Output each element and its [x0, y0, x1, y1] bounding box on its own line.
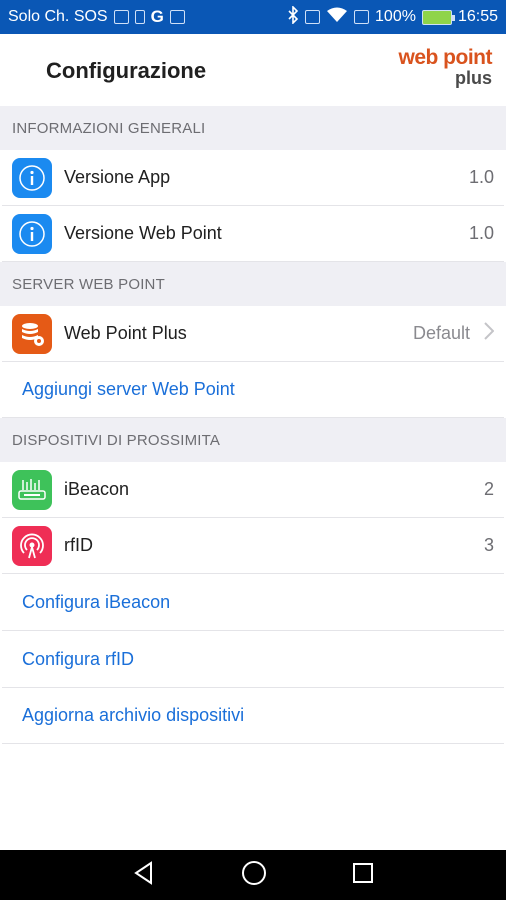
- back-triangle-icon[interactable]: [131, 860, 157, 891]
- row-value: 3: [483, 535, 494, 555]
- row-label: rfID: [64, 535, 93, 555]
- configure-rfid-label: Configura rfID: [22, 648, 135, 669]
- google-icon: G: [150, 7, 164, 26]
- app-header: Configurazione web point plus: [0, 34, 506, 106]
- section-header-server: SERVER WEB POINT: [0, 262, 506, 306]
- update-devices-archive-label: Aggiorna archivio dispositivi: [22, 705, 245, 725]
- logo-line-1: web point: [398, 46, 493, 69]
- nfc-icon: [305, 10, 321, 24]
- beacon-icon: [12, 469, 52, 510]
- configure-ibeacon-link[interactable]: Configura iBeacon: [2, 574, 504, 631]
- row-ibeacon[interactable]: iBeacon 2: [2, 462, 504, 518]
- row-value: 2: [483, 479, 494, 499]
- recent-apps-square-icon[interactable]: [351, 861, 375, 890]
- chevron-right-icon: [484, 322, 495, 345]
- section-header-general: INFORMAZIONI GENERALI: [0, 106, 506, 150]
- usb-icon: [134, 10, 145, 24]
- row-label: Versione App: [64, 167, 171, 187]
- info-icon: [12, 213, 52, 254]
- row-web-point-plus-server[interactable]: Web Point Plus Default: [2, 306, 504, 362]
- page-title: Configurazione: [46, 58, 207, 83]
- configure-ibeacon-label: Configura iBeacon: [22, 591, 171, 612]
- battery-percent: 100%: [375, 8, 416, 25]
- add-server-link[interactable]: Aggiungi server Web Point: [2, 362, 504, 418]
- row-version-app[interactable]: Versione App 1.0: [2, 150, 504, 206]
- row-label: iBeacon: [64, 479, 130, 499]
- rfid-icon: [12, 525, 52, 566]
- row-label: Web Point Plus: [64, 323, 187, 343]
- system-navigation-bar: [0, 850, 506, 900]
- row-rfid[interactable]: rfID 3: [2, 518, 504, 574]
- row-value: Default: [412, 322, 495, 345]
- section-header-devices: DISPOSITIVI DI PROSSIMITA: [0, 418, 506, 462]
- database-icon: [12, 313, 52, 354]
- configure-rfid-link[interactable]: Configura rfID: [2, 631, 504, 688]
- row-label: Versione Web Point: [64, 223, 222, 243]
- update-devices-archive-link[interactable]: Aggiorna archivio dispositivi: [2, 688, 504, 744]
- status-bar: Solo Ch. SOS G 100% 16:55: [0, 0, 506, 34]
- image-icon: [169, 10, 185, 24]
- carrier-label: Solo Ch. SOS: [8, 8, 108, 25]
- add-server-label: Aggiungi server Web Point: [22, 379, 235, 399]
- notification-icon: [113, 10, 129, 24]
- server-default-value: Default: [412, 323, 470, 343]
- wifi-icon: [326, 7, 348, 28]
- bluetooth-icon: [287, 4, 299, 29]
- row-value: 1.0: [468, 167, 494, 187]
- info-icon: [12, 157, 52, 198]
- battery-icon: [421, 9, 455, 25]
- web-point-plus-logo: web point plus: [398, 46, 493, 88]
- row-value: 1.0: [468, 223, 494, 243]
- clock: 16:55: [457, 8, 498, 25]
- home-circle-icon[interactable]: [240, 859, 268, 892]
- logo-line-2: plus: [454, 68, 492, 88]
- row-version-web-point[interactable]: Versione Web Point 1.0: [2, 206, 504, 262]
- sim-icon: [354, 10, 370, 24]
